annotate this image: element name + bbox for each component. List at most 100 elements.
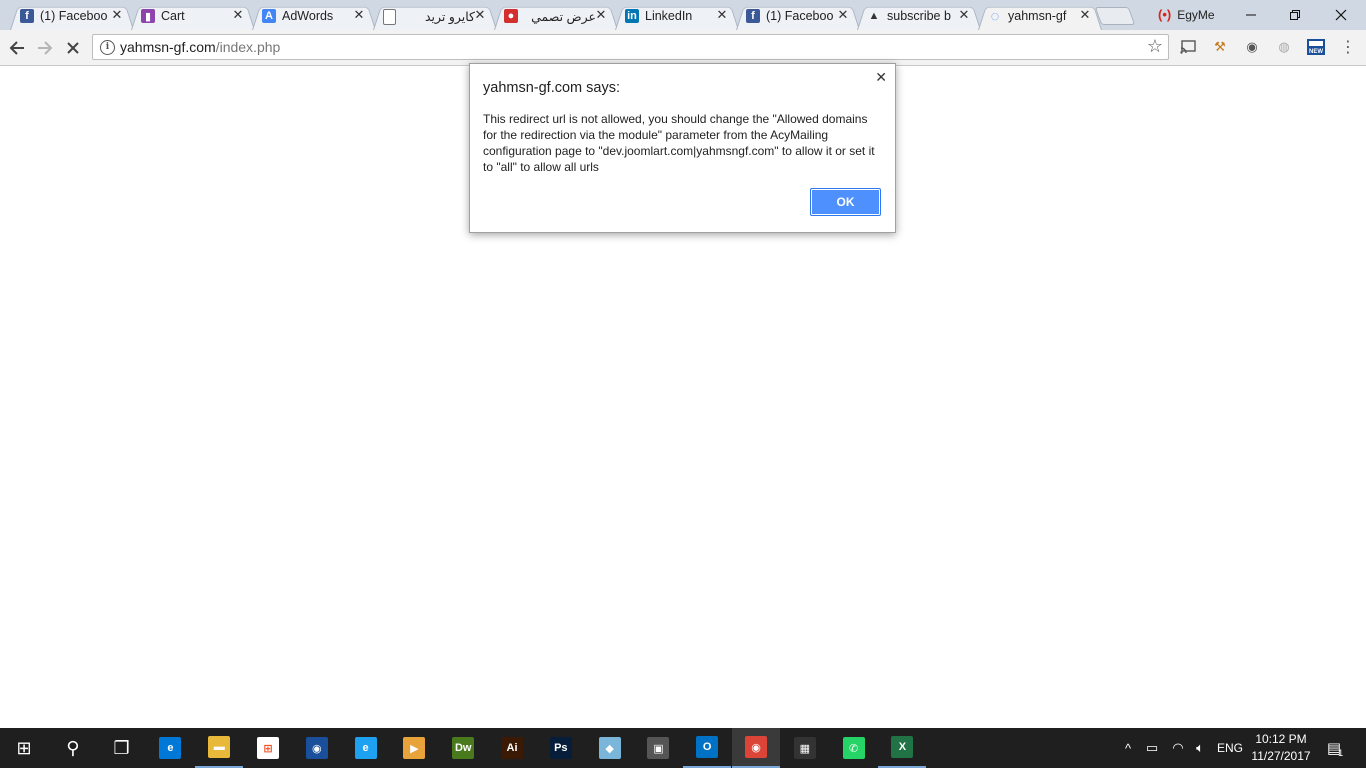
address-bar[interactable]: i yahmsn-gf.com/index.php ☆ [92,34,1169,60]
clock[interactable]: 10:12 PM 11/27/2017 [1246,731,1316,765]
restore-button[interactable] [1272,0,1318,29]
chrome-icon: ◉ [745,736,767,758]
stop-loading-button[interactable] [62,37,84,59]
browser-tab[interactable]: ● عرض تصمي ✕ [494,3,618,30]
linkedin-icon: in [625,9,639,23]
taskbar-button[interactable]: ⊞ [0,728,48,768]
profile-button[interactable]: (•) EgyMe [1158,7,1215,22]
video-player-icon: ▶ [403,737,426,759]
extension-globe-icon[interactable]: ◍ [1275,38,1293,56]
taskbar-button[interactable]: Ai [488,728,536,768]
extension-eye-icon[interactable]: ◉ [1243,38,1261,56]
browser-tab[interactable]: A AdWords ✕ [252,3,376,30]
taskbar-button[interactable]: ⊞ [244,728,292,768]
profile-name: EgyMe [1177,7,1215,22]
taskbar-button[interactable]: ▦ [781,728,829,768]
internet-explorer-icon: e [354,737,377,759]
taskbar-button[interactable]: ◉ [732,728,780,768]
tab-title: (1) Faceboo [40,9,108,23]
cast-icon[interactable] [1179,38,1197,56]
browser-tab[interactable]: ◌ yahmsn-gf ✕ [978,3,1102,30]
new-tab-button[interactable] [1094,7,1136,25]
taskbar-button[interactable]: ❐ [98,728,146,768]
taskbar-button[interactable]: O [683,728,732,768]
language-indicator[interactable]: ENG [1214,728,1246,768]
bookmark-star-icon[interactable]: ☆ [1147,36,1163,57]
tab-title: AdWords [282,9,334,23]
close-window-button[interactable] [1318,0,1364,29]
forward-button[interactable] [34,37,56,59]
taskbar-button[interactable]: e [342,728,390,768]
tab-close-icon[interactable]: ✕ [110,8,124,22]
url-text: yahmsn-gf.com/index.php [120,39,280,55]
taskbar-button[interactable]: ▣ [634,728,682,768]
tab-title: عرض تصمي [531,10,596,24]
back-arrow-icon [9,41,24,55]
url-path: /index.php [215,39,281,55]
power-icon[interactable]: ▭ [1142,728,1162,768]
tab-title: كايرو تريد [424,10,475,24]
dialog-close-icon[interactable]: ✕ [875,69,887,86]
taskbar-button[interactable]: e [146,728,194,768]
photoshop-icon: Ps [549,737,572,759]
facebook-icon: f [20,9,34,23]
tab-close-icon[interactable]: ✕ [231,8,245,22]
facebook-icon: f [746,9,760,23]
task-view-icon: ❐ [110,737,133,759]
ok-button[interactable]: OK [810,188,881,216]
tab-close-icon[interactable]: ✕ [1078,8,1092,22]
wifi-icon[interactable]: ◠ [1168,728,1188,768]
edge-icon: e [159,737,182,759]
tab-close-icon[interactable]: ✕ [836,8,850,22]
tab-close-icon[interactable]: ✕ [957,8,971,22]
minimize-button[interactable] [1228,0,1274,29]
notes-icon: ◆ [598,737,621,759]
taskbar-button[interactable]: Dw [439,728,487,768]
taskbar-button[interactable]: Ps [537,728,585,768]
browser-tab[interactable]: ▮ Cart ✕ [131,3,255,30]
taskbar-button[interactable]: X [878,728,927,768]
clock-date: 11/27/2017 [1251,749,1311,763]
browser-tab[interactable]: ▲ subscribe b ✕ [857,3,981,30]
store-icon: ⊞ [257,737,279,759]
alert-dialog: yahmsn-gf.com says: ✕ This redirect url … [469,63,896,233]
restore-icon [1290,9,1300,20]
extension-tools-icon[interactable]: ⚒ [1211,38,1229,56]
tab-title: yahmsn-gf [1008,9,1067,23]
browser-tab[interactable]: in LinkedIn ✕ [615,3,739,30]
taskbar-button[interactable]: ✆ [830,728,878,768]
illustrator-icon: Ai [501,737,523,759]
back-button[interactable] [6,37,28,59]
tab-title: LinkedIn [645,9,693,23]
adwords-icon: A [262,9,276,23]
search-icon: ⚲ [61,737,84,759]
tab-close-icon[interactable]: ✕ [715,8,729,22]
tab-close-icon[interactable]: ✕ [352,8,366,22]
taskbar-button[interactable]: ⚲ [49,728,97,768]
browser-tab[interactable]: كايرو تريد ✕ [373,3,497,30]
volume-icon[interactable]: 🔈︎ [1190,728,1210,768]
site-info-icon[interactable]: i [100,40,115,55]
close-window-icon [1335,9,1347,20]
browser-tab[interactable]: f (1) Faceboo ✕ [10,3,134,30]
extension-new-icon[interactable]: NEW [1307,38,1325,56]
tab-close-icon[interactable]: ✕ [594,8,608,22]
action-center-button[interactable]: ▤ 1 [1320,728,1350,768]
tab-close-icon[interactable]: ✕ [473,8,487,22]
notification-count: 1 [1338,747,1344,758]
show-hidden-icons-icon[interactable]: ^ [1120,728,1136,768]
tab-strip: f (1) Faceboo ✕ ▮ Cart ✕ A AdWords ✕ كايرو تريد ✕ ●… [0,0,1366,30]
network-icon: ▣ [647,737,670,759]
mountain-icon: ▲ [868,10,880,22]
tab-title: Cart [161,9,185,23]
taskbar-button[interactable]: ◉ [293,728,341,768]
taskbar-button[interactable]: ▬ [195,728,244,768]
browser-tab[interactable]: f (1) Faceboo ✕ [736,3,860,30]
taskbar-button[interactable]: ▶ [390,728,438,768]
calculator-icon: ▦ [793,737,816,759]
chrome-menu-icon[interactable]: ⋮ [1339,38,1357,56]
excel-icon: X [891,736,914,758]
taskbar-button[interactable]: ◆ [586,728,634,768]
loading-spinner-icon: ◌ [990,7,1000,25]
minimize-icon [1245,14,1256,16]
